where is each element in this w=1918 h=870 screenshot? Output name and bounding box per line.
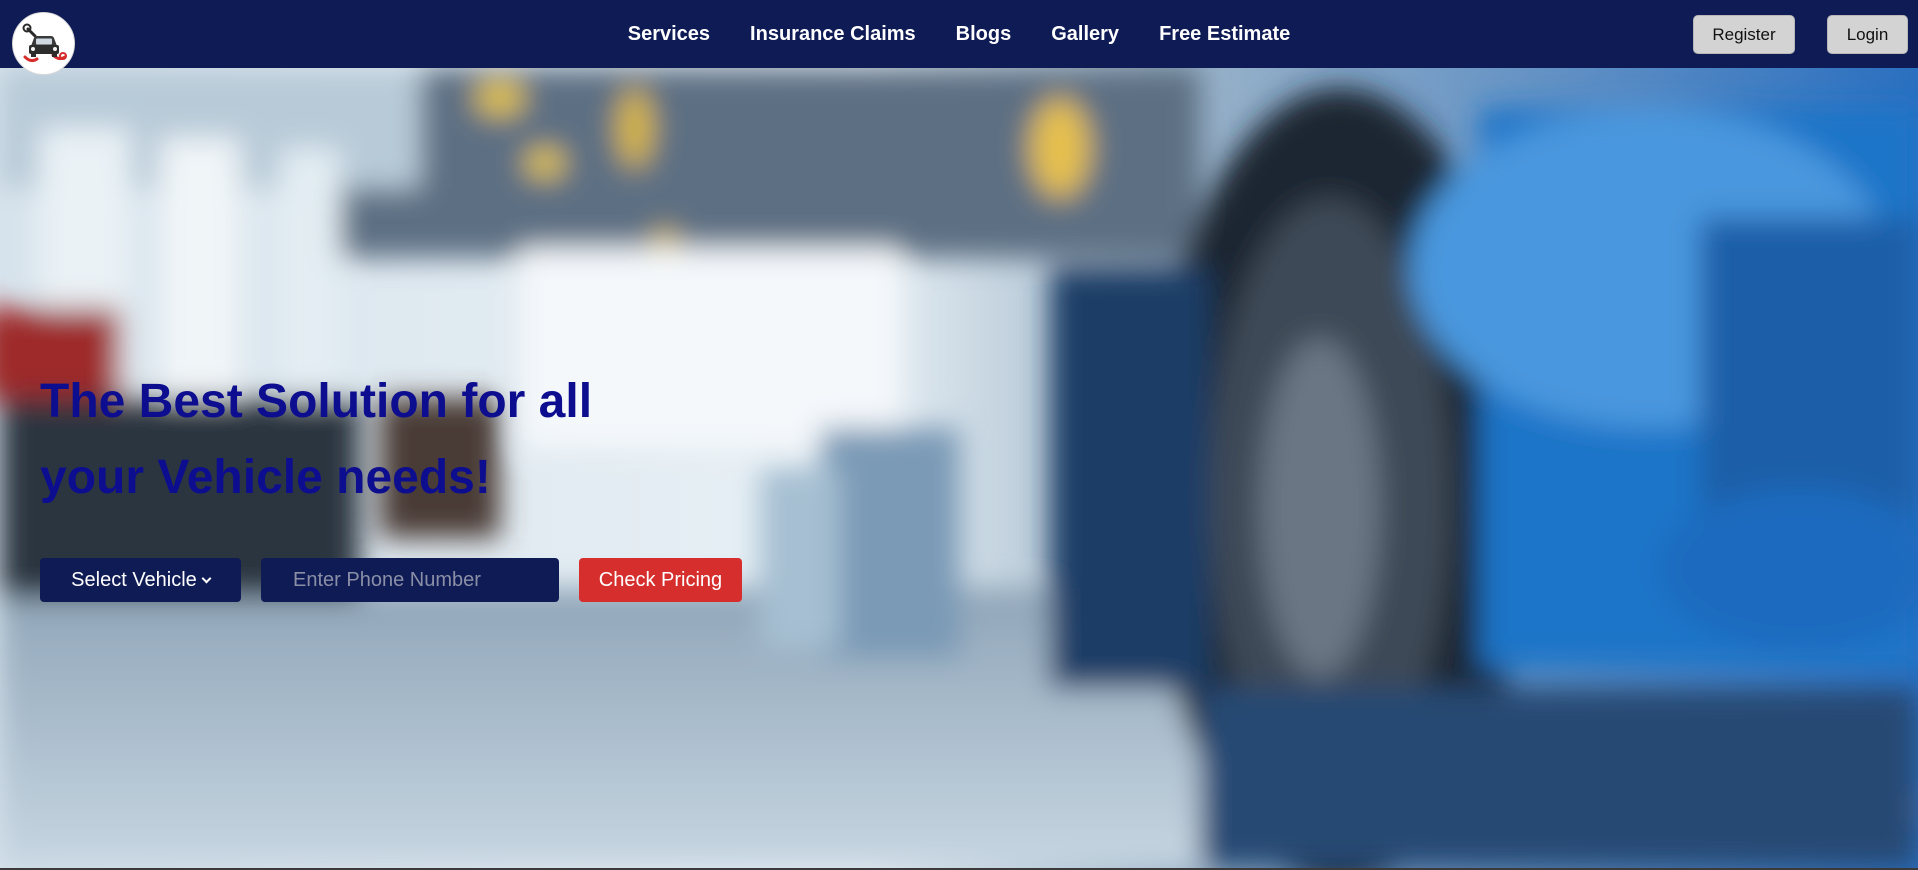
login-button[interactable]: Login [1827,15,1908,54]
hero-headline: The Best Solution for all your Vehicle n… [40,364,740,516]
nav-link-blogs[interactable]: Blogs [956,23,1012,46]
logo-graphic [22,23,67,62]
hero-headline-line-1: The Best Solution for all [40,375,593,428]
select-vehicle-label: Select Vehicle [71,568,197,591]
navbar: Services Insurance Claims Blogs Gallery … [0,0,1918,68]
hero-headline-line-2: your Vehicle needs! [40,451,491,504]
hero-section: The Best Solution for all your Vehicle n… [0,68,1918,868]
nav-link-insurance-claims[interactable]: Insurance Claims [750,23,916,46]
pricing-form: Select Vehicle Check Pricing [40,558,742,602]
phone-number-input[interactable] [261,558,559,602]
check-pricing-button[interactable]: Check Pricing [579,558,742,602]
nav-link-free-estimate[interactable]: Free Estimate [1159,23,1290,46]
nav-link-services[interactable]: Services [628,23,710,46]
chevron-down-icon [201,573,212,583]
select-vehicle-dropdown[interactable]: Select Vehicle [40,558,241,602]
register-button[interactable]: Register [1693,15,1795,54]
nav-link-gallery[interactable]: Gallery [1051,23,1119,46]
car-repair-logo-icon[interactable] [12,12,75,75]
nav-links: Services Insurance Claims Blogs Gallery … [0,0,1918,68]
